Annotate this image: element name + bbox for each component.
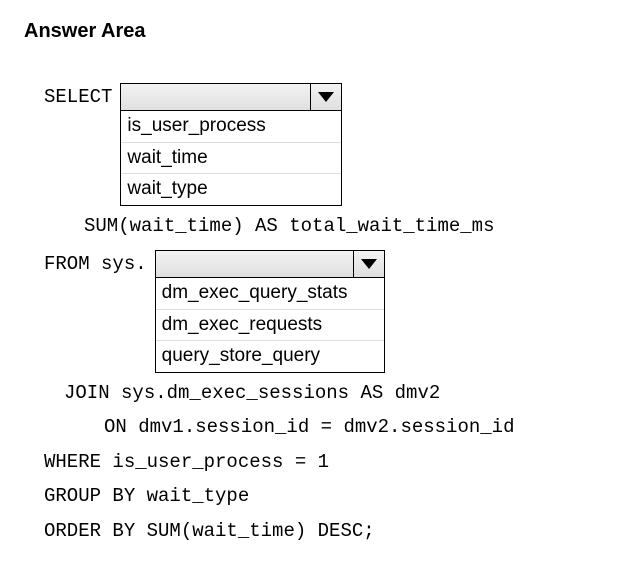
dropdown-option[interactable]: is_user_process — [121, 111, 341, 143]
dropdown-header[interactable] — [156, 251, 384, 278]
from-table-dropdown[interactable]: dm_exec_query_stats dm_exec_requests que… — [155, 250, 385, 373]
dropdown-option[interactable]: wait_type — [121, 174, 341, 205]
select-keyword: SELECT — [44, 83, 112, 112]
sum-clause: SUM(wait_time) AS total_wait_time_ms — [84, 212, 494, 241]
dropdown-header[interactable] — [121, 84, 341, 111]
dropdown-option[interactable]: wait_time — [121, 143, 341, 175]
chevron-down-icon — [361, 259, 377, 269]
chevron-down-icon — [318, 92, 334, 102]
dropdown-option[interactable]: query_store_query — [156, 341, 384, 372]
from-keyword: FROM sys. — [44, 250, 147, 279]
dropdown-arrow-box[interactable] — [353, 251, 384, 277]
page-title: Answer Area — [24, 20, 609, 43]
join-clause: JOIN sys.dm_exec_sessions AS dmv2 — [64, 379, 440, 408]
dropdown-list: dm_exec_query_stats dm_exec_requests que… — [156, 278, 384, 372]
groupby-clause: GROUP BY wait_type — [44, 482, 249, 511]
sql-code-area: SELECT is_user_process wait_time wait_ty… — [24, 83, 609, 545]
dropdown-arrow-box[interactable] — [310, 84, 341, 110]
select-column-dropdown[interactable]: is_user_process wait_time wait_type — [120, 83, 342, 206]
orderby-clause: ORDER BY SUM(wait_time) DESC; — [44, 517, 375, 546]
dropdown-option[interactable]: dm_exec_query_stats — [156, 278, 384, 310]
on-clause: ON dmv1.session_id = dmv2.session_id — [104, 413, 514, 442]
dropdown-option[interactable]: dm_exec_requests — [156, 310, 384, 342]
dropdown-list: is_user_process wait_time wait_type — [121, 111, 341, 205]
where-clause: WHERE is_user_process = 1 — [44, 448, 329, 477]
